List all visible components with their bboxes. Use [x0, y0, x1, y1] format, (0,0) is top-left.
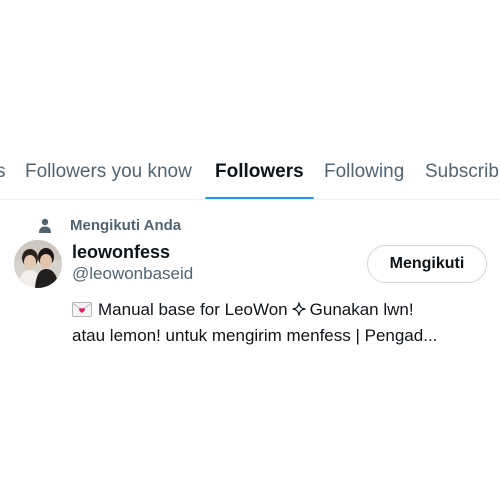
- display-name[interactable]: leowonfess: [72, 242, 170, 263]
- tab-following[interactable]: Following: [324, 161, 404, 199]
- bio-line-2: atau lemon! untuk mengirim menfess | Pen…: [72, 326, 438, 345]
- bio-text-1a: Manual base for LeoWon: [98, 300, 288, 319]
- love-letter-icon: [72, 302, 92, 317]
- follows-you-context: Mengikuti Anda: [38, 217, 181, 234]
- tab-partial-left[interactable]: s: [0, 161, 6, 199]
- following-button[interactable]: Mengikuti: [367, 245, 487, 283]
- bio-line-1: Manual base for LeoWon Gunakan lwn!: [72, 297, 492, 323]
- profile-tabs: s Followers you know Followers Following…: [0, 150, 500, 200]
- tab-followers-label: Followers: [215, 161, 304, 182]
- bio-text-1b: Gunakan lwn!: [309, 300, 414, 319]
- user-bio: Manual base for LeoWon Gunakan lwn! atau…: [72, 297, 492, 349]
- active-tab-indicator: [205, 197, 314, 199]
- user-handle[interactable]: @leowonbaseid: [72, 264, 193, 284]
- avatar[interactable]: [14, 240, 62, 288]
- tab-followers-you-know[interactable]: Followers you know: [25, 161, 192, 199]
- follows-you-label: Mengikuti Anda: [70, 217, 182, 234]
- sparkle-icon: [292, 302, 306, 316]
- person-icon: [39, 218, 51, 233]
- tab-followers[interactable]: Followers: [205, 161, 314, 199]
- tab-subscriptions[interactable]: Subscrib: [425, 161, 499, 199]
